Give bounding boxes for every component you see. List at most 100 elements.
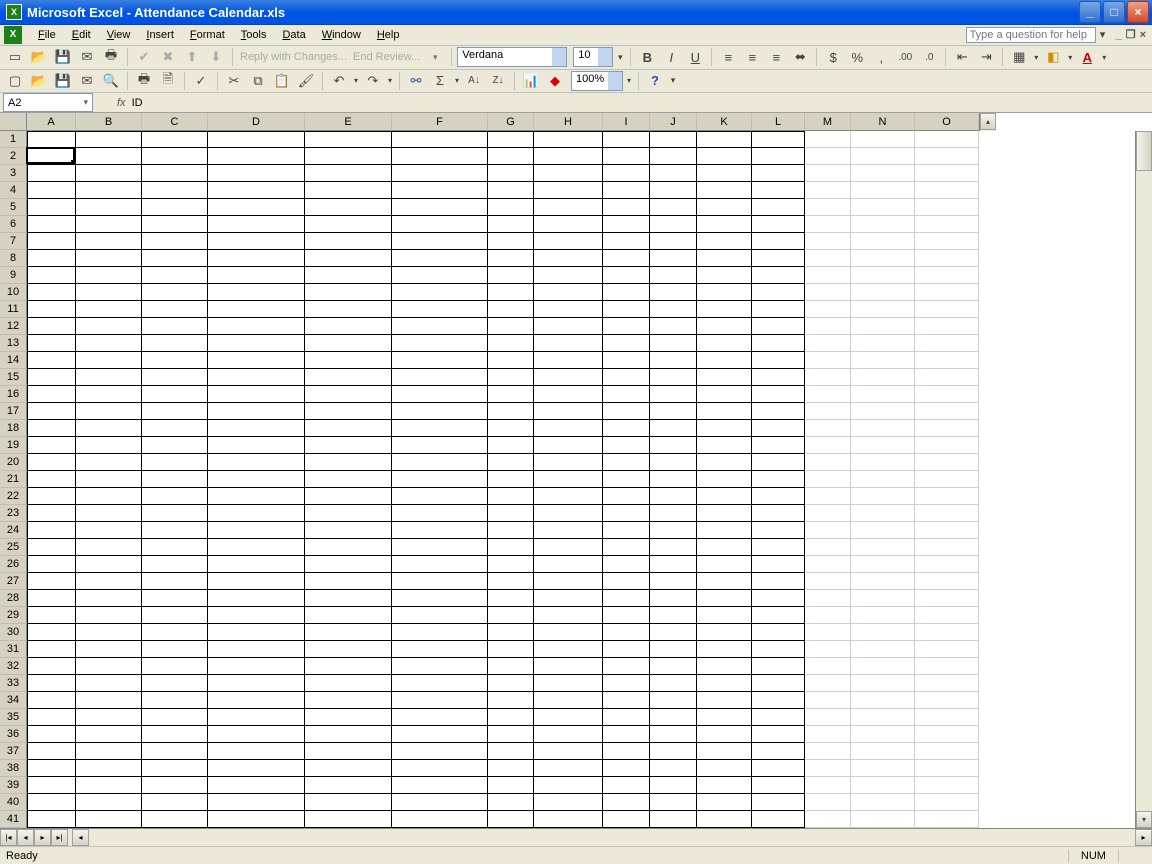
cell[interactable] — [805, 471, 851, 488]
cell[interactable] — [697, 692, 752, 709]
cell[interactable] — [697, 556, 752, 573]
cell[interactable] — [27, 454, 76, 471]
cell[interactable] — [752, 267, 805, 284]
cell[interactable] — [208, 539, 305, 556]
prev-change-icon[interactable]: ⬆ — [181, 46, 203, 68]
cell[interactable] — [851, 182, 915, 199]
cell[interactable] — [805, 352, 851, 369]
fill-color-icon[interactable]: ◧ — [1042, 46, 1064, 68]
cell[interactable] — [76, 709, 142, 726]
cell[interactable] — [534, 165, 603, 182]
cell[interactable] — [142, 760, 208, 777]
cell[interactable] — [915, 726, 979, 743]
cell[interactable] — [76, 777, 142, 794]
col-header-H[interactable]: H — [534, 113, 603, 131]
cell[interactable] — [305, 267, 392, 284]
cell[interactable] — [805, 131, 851, 148]
cell[interactable] — [752, 284, 805, 301]
cell[interactable] — [534, 250, 603, 267]
cell[interactable] — [142, 182, 208, 199]
cell[interactable] — [650, 301, 697, 318]
cell[interactable] — [142, 284, 208, 301]
cell[interactable] — [142, 233, 208, 250]
cell[interactable] — [488, 267, 534, 284]
cell[interactable] — [752, 437, 805, 454]
cell[interactable] — [697, 505, 752, 522]
cell[interactable] — [915, 624, 979, 641]
align-center-icon[interactable]: ≡ — [741, 46, 763, 68]
cell[interactable] — [488, 624, 534, 641]
font-color-icon[interactable]: A — [1076, 46, 1098, 68]
cell[interactable] — [392, 386, 488, 403]
col-header-E[interactable]: E — [305, 113, 392, 131]
cell[interactable] — [305, 760, 392, 777]
cell[interactable] — [534, 301, 603, 318]
cell[interactable] — [915, 675, 979, 692]
cell[interactable] — [392, 148, 488, 165]
cell[interactable] — [915, 505, 979, 522]
cell[interactable] — [488, 675, 534, 692]
cell[interactable] — [915, 267, 979, 284]
cell[interactable] — [76, 284, 142, 301]
scroll-left-button[interactable]: ◂ — [72, 829, 89, 846]
row-header[interactable]: 31 — [0, 641, 27, 658]
cell[interactable] — [752, 624, 805, 641]
cell[interactable] — [603, 165, 650, 182]
cell[interactable] — [851, 794, 915, 811]
cell[interactable] — [305, 777, 392, 794]
cell[interactable] — [142, 216, 208, 233]
cell[interactable] — [603, 386, 650, 403]
maximize-button[interactable]: □ — [1103, 1, 1125, 23]
cell[interactable] — [392, 335, 488, 352]
cell[interactable] — [534, 777, 603, 794]
cell[interactable] — [805, 573, 851, 590]
copy-icon[interactable]: ⧉ — [247, 70, 269, 92]
cell[interactable] — [603, 488, 650, 505]
cell[interactable] — [305, 726, 392, 743]
cell[interactable] — [76, 760, 142, 777]
cell[interactable] — [305, 420, 392, 437]
cell[interactable] — [650, 437, 697, 454]
cell[interactable] — [27, 692, 76, 709]
cell[interactable] — [392, 250, 488, 267]
cell[interactable] — [208, 556, 305, 573]
cell[interactable] — [603, 760, 650, 777]
cell[interactable] — [915, 488, 979, 505]
cell[interactable] — [305, 199, 392, 216]
cell[interactable] — [805, 386, 851, 403]
cell[interactable] — [392, 675, 488, 692]
cell[interactable] — [142, 556, 208, 573]
undo-dd-icon[interactable]: ▾ — [352, 70, 360, 92]
cell[interactable] — [142, 794, 208, 811]
cell[interactable] — [752, 573, 805, 590]
row-header[interactable]: 26 — [0, 556, 27, 573]
cell[interactable] — [752, 777, 805, 794]
cell[interactable] — [851, 709, 915, 726]
cell[interactable] — [915, 573, 979, 590]
save2-icon[interactable]: 💾 — [52, 70, 74, 92]
cell[interactable] — [208, 794, 305, 811]
col-header-L[interactable]: L — [752, 113, 805, 131]
cell[interactable] — [488, 301, 534, 318]
cell[interactable] — [392, 488, 488, 505]
cell[interactable] — [76, 471, 142, 488]
cell[interactable] — [534, 267, 603, 284]
cell[interactable] — [603, 573, 650, 590]
sort-asc-icon[interactable]: A↓ — [463, 70, 485, 92]
close-button[interactable]: × — [1127, 1, 1149, 23]
cell[interactable] — [305, 233, 392, 250]
cell[interactable] — [851, 267, 915, 284]
cell[interactable] — [650, 216, 697, 233]
cell[interactable] — [76, 658, 142, 675]
cell[interactable] — [915, 301, 979, 318]
cell[interactable] — [76, 148, 142, 165]
cell[interactable] — [27, 641, 76, 658]
col-header-K[interactable]: K — [697, 113, 752, 131]
cell[interactable] — [603, 556, 650, 573]
cell[interactable] — [752, 709, 805, 726]
cell[interactable] — [603, 369, 650, 386]
cell[interactable] — [305, 658, 392, 675]
cell[interactable] — [805, 709, 851, 726]
cell[interactable] — [392, 743, 488, 760]
cell[interactable] — [697, 658, 752, 675]
